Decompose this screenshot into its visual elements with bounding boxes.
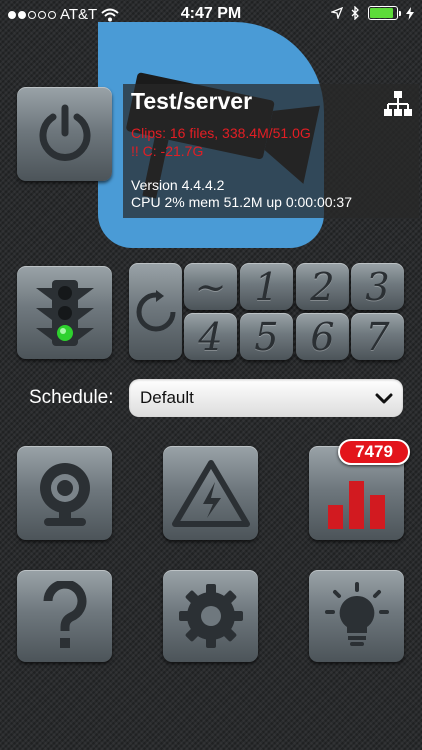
profile-key-5[interactable]: 5: [240, 313, 293, 360]
settings-button[interactable]: [163, 570, 258, 662]
gear-icon: [178, 584, 243, 648]
profile-key-label: 5: [254, 314, 279, 359]
schedule-label: Schedule:: [29, 387, 114, 408]
profile-key-tilde[interactable]: ~: [184, 263, 237, 310]
traffic-light-icon: [35, 279, 94, 346]
status-right: [331, 6, 414, 20]
tips-button[interactable]: [309, 570, 404, 662]
server-version: Version 4.4.4.2: [131, 177, 225, 193]
server-stats: CPU 2% mem 51.2M up 0:00:00:37: [131, 194, 353, 210]
alert-count-badge: 7479: [338, 439, 410, 465]
profile-keypad: ~ 1 2 3 4 5 6 7: [128, 263, 404, 360]
traffic-light-button[interactable]: [17, 266, 112, 359]
power-button[interactable]: [17, 87, 112, 181]
schedule-value: Default: [140, 388, 194, 407]
profile-key-2[interactable]: 2: [296, 263, 349, 310]
profile-key-label: 1: [254, 264, 279, 309]
cameras-button[interactable]: [17, 446, 112, 540]
help-button[interactable]: [17, 570, 112, 662]
webcam-icon: [39, 463, 90, 526]
network-icon[interactable]: [383, 90, 413, 118]
clips-status: Clips: 16 files, 338.4M/51.0G: [131, 125, 311, 141]
lightbulb-icon: [324, 582, 389, 646]
profile-key-label: 3: [365, 264, 390, 309]
server-info-panel[interactable]: Test/server Clips: 16 files, 338.4M/51.0…: [123, 84, 419, 218]
high-voltage-warning-icon: [171, 460, 250, 527]
profile-key-6[interactable]: 6: [296, 313, 349, 360]
bar-chart-icon: [327, 481, 385, 529]
location-arrow-icon: [331, 7, 343, 19]
profile-key-1[interactable]: 1: [240, 263, 293, 310]
profile-key-7[interactable]: 7: [351, 313, 404, 360]
profile-key-label: 2: [310, 264, 335, 309]
charging-bolt-icon: [406, 6, 414, 20]
server-title: Test/server: [131, 88, 253, 114]
schedule-select[interactable]: Default: [129, 379, 403, 417]
battery-icon: [368, 6, 401, 20]
disk-warning: !! C: -21.7G: [131, 143, 204, 159]
profile-key-4[interactable]: 4: [184, 313, 237, 360]
chevron-down-icon: [375, 393, 393, 404]
profile-key-label: 7: [365, 314, 390, 359]
bluetooth-icon: [351, 6, 359, 20]
alerts-button[interactable]: [163, 446, 258, 540]
profile-key-label: ~: [194, 264, 227, 309]
profile-key-3[interactable]: 3: [351, 263, 404, 310]
profile-key-label: 6: [310, 314, 335, 359]
question-mark-icon: [43, 581, 86, 648]
power-icon: [39, 104, 90, 161]
profile-key-label: 4: [198, 314, 223, 359]
